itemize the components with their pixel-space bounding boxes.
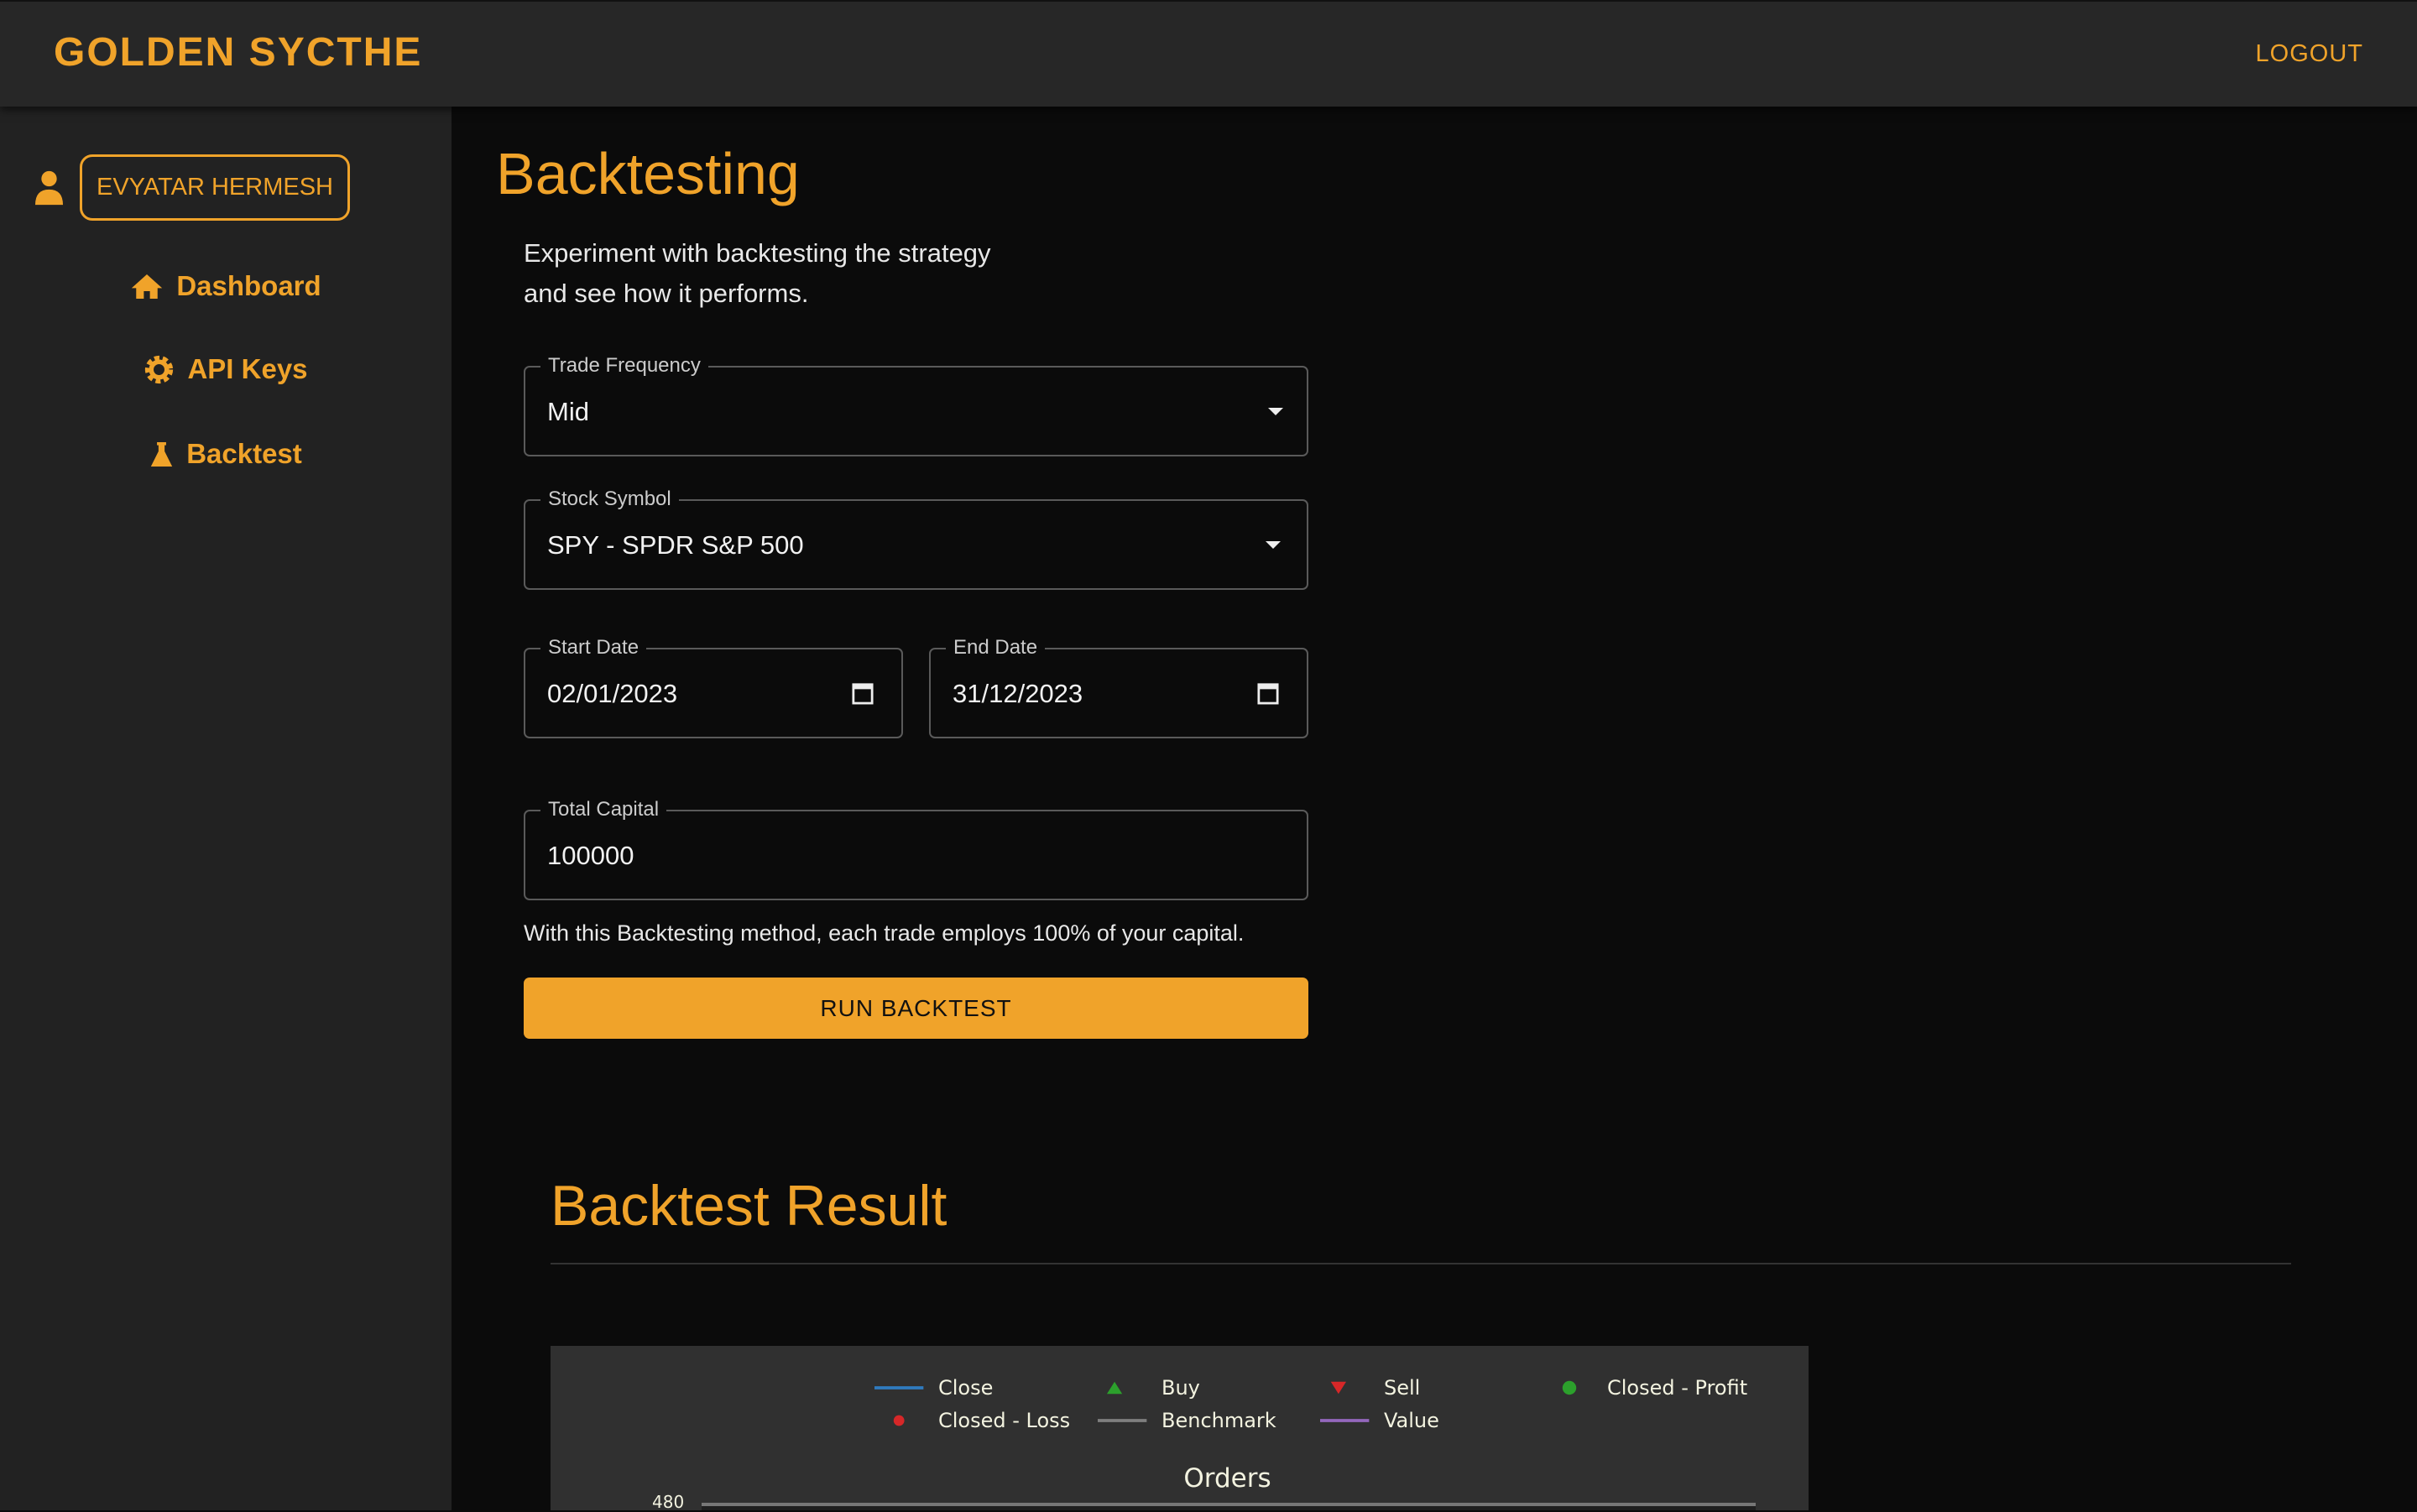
legend-label: Buy	[1162, 1376, 1200, 1400]
y-tick-label: 480	[652, 1492, 685, 1512]
top-bar: GOLDEN SYCTHE LOGOUT	[0, 0, 2417, 107]
result-title: Backtest Result	[551, 1174, 947, 1238]
triangle-down-icon	[1330, 1381, 1346, 1395]
orders-chart: Close Buy Sell Closed - Profit Closed - …	[551, 1346, 1809, 1510]
plot-area	[702, 1503, 1756, 1510]
legend-value[interactable]: Value	[1320, 1409, 1439, 1432]
home-icon	[132, 274, 163, 299]
legend-closed-profit[interactable]: Closed - Profit	[1543, 1376, 1747, 1400]
line-swatch-icon	[1098, 1419, 1147, 1422]
field-label: End Date	[946, 636, 1046, 660]
start-date-input[interactable]: Start Date 02/01/2023	[524, 636, 903, 738]
user-icon	[35, 170, 63, 205]
legend-label: Closed - Loss	[938, 1409, 1071, 1432]
legend-label: Benchmark	[1162, 1409, 1276, 1432]
run-backtest-button[interactable]: RUN BACKTEST	[524, 978, 1308, 1039]
field-value: 31/12/2023	[953, 679, 1083, 708]
field-label: Total Capital	[540, 798, 667, 821]
dot-icon	[893, 1415, 905, 1426]
field-value: 100000	[547, 841, 634, 870]
field-value: Mid	[547, 397, 589, 426]
legend-buy[interactable]: Buy	[1098, 1376, 1200, 1400]
legend-label: Close	[938, 1376, 994, 1400]
calendar-icon[interactable]	[1257, 681, 1279, 705]
flask-icon	[151, 441, 173, 467]
logout-button[interactable]: LOGOUT	[2256, 40, 2363, 68]
legend-label: Value	[1384, 1409, 1439, 1432]
line-swatch-icon	[1320, 1419, 1370, 1422]
field-label: Stock Symbol	[540, 487, 679, 511]
user-profile-button[interactable]: EVYATAR HERMESH	[80, 154, 350, 221]
sidebar-item-api-keys[interactable]: API Keys	[0, 353, 452, 385]
page-title: Backtesting	[496, 141, 800, 206]
sidebar-item-label: Dashboard	[176, 270, 321, 301]
trade-frequency-select[interactable]: Trade Frequency Mid	[524, 354, 1308, 456]
stock-symbol-select[interactable]: Stock Symbol SPY - SPDR S&P 500	[524, 487, 1308, 590]
field-value: 02/01/2023	[547, 679, 678, 708]
chevron-down-icon	[1266, 541, 1281, 549]
sidebar-item-dashboard[interactable]: Dashboard	[0, 270, 452, 302]
brand-logo: GOLDEN SYCTHE	[54, 30, 423, 75]
legend-sell[interactable]: Sell	[1320, 1376, 1420, 1400]
total-capital-input[interactable]: Total Capital 100000	[524, 798, 1308, 900]
end-date-input[interactable]: End Date 31/12/2023	[929, 636, 1308, 738]
gear-icon	[145, 355, 174, 383]
legend-closed-loss[interactable]: Closed - Loss	[874, 1409, 1070, 1432]
field-label: Start Date	[540, 636, 647, 660]
legend-close[interactable]: Close	[874, 1376, 993, 1400]
triangle-up-icon	[1106, 1381, 1123, 1395]
sidebar-item-label: Backtest	[186, 438, 302, 469]
chevron-down-icon	[1268, 408, 1283, 415]
sidebar-item-backtest[interactable]: Backtest	[0, 438, 452, 470]
sidebar: EVYATAR HERMESH Dashboard API Keys Backt…	[0, 107, 452, 1510]
legend-label: Sell	[1384, 1376, 1421, 1400]
main-content: Backtesting Experiment with backtesting …	[452, 107, 2417, 1510]
intro-line: Experiment with backtesting the strategy	[524, 238, 991, 268]
field-label: Trade Frequency	[540, 354, 708, 378]
calendar-icon[interactable]	[852, 681, 874, 705]
legend-label: Closed - Profit	[1607, 1376, 1748, 1400]
divider	[551, 1263, 2291, 1264]
field-value: SPY - SPDR S&P 500	[547, 530, 804, 560]
chart-title: Orders	[1183, 1463, 1271, 1494]
intro-text: Experiment with backtesting the strategy…	[524, 233, 991, 314]
intro-line: and see how it performs.	[524, 279, 809, 308]
legend-benchmark[interactable]: Benchmark	[1098, 1409, 1276, 1432]
sidebar-item-label: API Keys	[187, 353, 308, 384]
capital-note: With this Backtesting method, each trade…	[524, 920, 1245, 946]
user-section: EVYATAR HERMESH	[34, 154, 350, 221]
dot-icon	[1562, 1380, 1577, 1395]
line-swatch-icon	[874, 1386, 924, 1389]
